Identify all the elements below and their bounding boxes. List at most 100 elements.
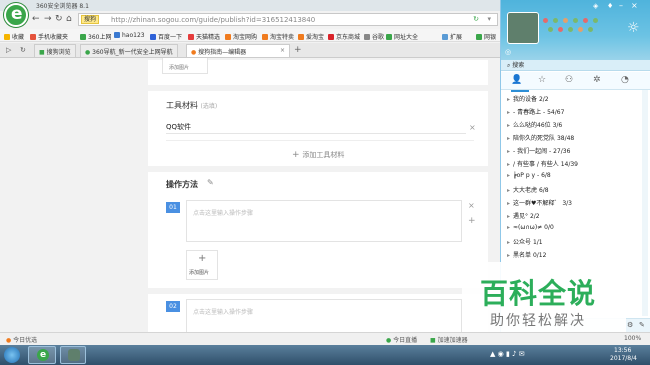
tab-favorites-icon[interactable]: ☆ [538,75,546,85]
settings-icon[interactable]: ⚙ [627,321,633,329]
url-text[interactable]: http://zhinan.sogou.com/guide/publish?id… [111,16,315,24]
tab-contacts-icon[interactable]: 👤 [511,75,522,85]
reload-icon[interactable]: ↻ [473,15,479,23]
contact-group[interactable]: ▸ 遇见° 2/2 [507,211,540,220]
plus-icon[interactable]: + [468,216,476,226]
status-live[interactable]: ● 今日直播 [386,335,417,344]
status-left[interactable]: ● 今日优选 [6,335,37,344]
360-icon [80,34,86,40]
bookmark-item[interactable]: 淘宝网购 [225,32,257,41]
contact-group[interactable]: ▸ 这一群♥不解释゛ 3/3 [507,198,572,207]
close-icon[interactable]: × [280,47,285,54]
tab-icon: ■ [39,49,47,56]
tab-editor[interactable]: ● 搜狗指南—编辑器 × [186,44,290,57]
lock-icon[interactable]: ♦ [607,2,613,10]
avatar[interactable] [507,12,539,44]
bookmark-item[interactable]: 京东商城 [328,32,360,41]
window-title: 360安全浏览器 8.1 [36,3,89,10]
taskbar: e ▲ ◉ ▮ ♪ ✉ 13:56 2017/8/4 [0,345,650,365]
step-placeholder[interactable]: 点击这里输入操作步骤 [193,208,253,217]
bookmark-item[interactable]: 百度一下 [150,32,182,41]
back-icon[interactable]: ← [32,14,40,24]
hao123-icon [114,32,120,38]
contact-group[interactable]: ▸ 公众号 1/1 [507,237,543,246]
contact-group[interactable]: ▸ 陪你久的死党队 38/48 [507,133,574,142]
close-icon[interactable]: × [469,123,476,132]
bookmark-item[interactable]: 网址大全 [386,32,418,41]
contact-group[interactable]: ▸ 我的设备 2/2 [507,94,549,103]
step-image-upload[interactable]: + 添加图片 [186,250,218,280]
clock-date[interactable]: 2017/8/4 [610,355,637,362]
plus-icon: + [198,253,207,264]
tools-value[interactable]: QQ软件 [166,122,191,132]
search-engine-badge[interactable]: 搜狗 [81,15,100,24]
weather-icon[interactable]: ☼ [627,20,640,36]
contact-group[interactable]: ▸ - 青春路上 - 54/67 [507,107,564,116]
refresh-icon[interactable]: ↻ [20,46,26,54]
tab-360-nav[interactable]: ● 360导航_新一代安全上网导航 [80,44,178,57]
qq-tab-bar: 👤 ☆ ⚇ ✲ ◔ [501,72,650,90]
close-icon[interactable]: × [468,201,475,210]
browser-logo-icon[interactable] [4,3,28,27]
image-upload-card[interactable]: 添加图片 [162,58,208,74]
step-text-box[interactable]: 点击这里输入操作步骤 [186,200,462,242]
address-bar[interactable]: 搜狗 http://zhinan.sogou.com/guide/publish… [78,13,498,26]
minimize-icon[interactable]: – [619,1,623,10]
clock-time[interactable]: 13:56 [614,347,631,354]
add-image-label: 添加图片 [189,270,210,276]
bookmark-item[interactable]: 360上网 [80,32,111,41]
taobao-icon [225,34,231,40]
new-tab-icon[interactable]: + [294,45,302,55]
jd-icon [328,34,334,40]
bookmark-item[interactable]: 网银 [476,32,496,41]
tab-chats-icon[interactable]: ◔ [621,75,629,85]
divider [166,140,474,141]
chevron-down-icon[interactable]: ▾ [487,15,491,23]
add-tool-button[interactable]: + 添加工具材料 [292,150,344,160]
home-icon[interactable]: ⌂ [66,14,72,24]
step-text-box[interactable]: 点击这里输入操作步骤 [186,299,462,333]
forward-icon[interactable]: → [44,14,52,24]
close-icon[interactable]: × [631,1,638,10]
tray-icons[interactable]: ▲ ◉ ▮ ♪ ✉ [490,350,525,358]
refresh-icon[interactable]: ↻ [55,14,63,24]
tools-input-underline[interactable] [166,133,466,134]
bookmark-item[interactable]: 收藏 [4,32,24,41]
browser-window: 360安全浏览器 8.1 ← → ↻ ⌂ 搜狗 http://zhinan.so… [0,0,650,345]
scrollbar[interactable] [642,90,648,316]
step-placeholder[interactable]: 点击这里输入操作步骤 [193,307,253,316]
pencil-icon[interactable]: ✎ [207,178,214,187]
bookmark-item[interactable]: 扩展 [442,32,462,41]
extension-icon [442,34,448,40]
bookmark-item[interactable]: 谷歌 [364,32,384,41]
bookmark-item[interactable]: hao123 [114,32,145,39]
tab-groups-icon[interactable]: ⚇ [565,75,573,85]
bookmark-item[interactable]: 淘宝特卖 [262,32,294,41]
browser-icon: e [37,349,49,361]
contact-group[interactable]: ▸ ┢oP p y - 6/8 [507,172,551,179]
sidebar-toggle-icon[interactable]: ▷ [6,46,11,54]
skin-icon[interactable]: ◈ [593,2,598,10]
zoom-level[interactable]: 100% [624,335,641,342]
qq-header: ◈ ♦ – × ☼ ◎ [501,0,650,60]
contact-group[interactable]: ▸ 黑名单 0/12 [507,250,546,259]
status-blur [543,14,613,34]
tool-icon[interactable]: ✎ [639,321,645,329]
contact-group[interactable]: ▸ / 有些事 / 有些人 14/39 [507,159,578,168]
taskbar-browser[interactable]: e [28,346,56,364]
tab-bar: ▷ ↻ ■ 搜狗浏览 ● 360导航_新一代安全上网导航 ● 搜狗指南—编辑器 … [0,43,500,58]
contact-group[interactable]: ▸ 大大老虎 6/8 [507,185,549,194]
status-accel[interactable]: ■ 加速加速器 [430,335,468,344]
app-icon[interactable]: ◎ [505,48,511,56]
qq-search-bar[interactable]: ⌕ 搜索 [501,60,650,71]
start-button[interactable] [4,347,20,363]
contact-group[interactable]: ▸ ≈(ω∩ω)≠ 0/0 [507,224,554,231]
contact-group[interactable]: ▸ - 我们一起闹 - 27/36 [507,146,570,155]
taskbar-qq[interactable] [60,346,86,364]
bookmark-item[interactable]: 手机收藏夹 [30,32,68,41]
bookmark-item[interactable]: 天猫精选 [188,32,220,41]
bookmark-item[interactable]: 爱淘宝 [298,32,324,41]
contact-group[interactable]: ▸ 么么哒的46位 3/6 [507,120,562,129]
tab-sogou[interactable]: ■ 搜狗浏览 [34,44,76,57]
tab-apps-icon[interactable]: ✲ [593,75,601,85]
